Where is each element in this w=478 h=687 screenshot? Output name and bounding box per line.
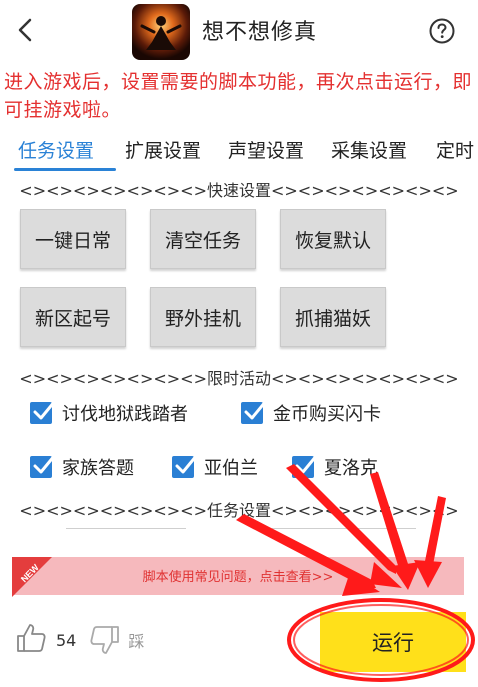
question-circle-icon — [429, 18, 455, 44]
event-checkbox[interactable]: 夏洛克 — [292, 452, 378, 482]
checkbox-checked-icon — [172, 453, 199, 478]
event-checkbox[interactable]: 金币购买闪卡 — [241, 398, 381, 428]
rating-bar: 54 踩 — [14, 620, 144, 660]
event-label: 金币购买闪卡 — [273, 404, 381, 425]
new-server-start-button[interactable]: 新区起号 — [20, 287, 126, 347]
app-title: 想不想修真 — [202, 20, 318, 45]
tab-timer-settings[interactable]: 定时 — [436, 136, 474, 163]
faq-banner-text: 脚本使用常见问题，点击查看>> — [142, 570, 334, 585]
like-count: 54 — [56, 630, 77, 650]
new-badge: NEW — [12, 557, 52, 597]
restore-defaults-button[interactable]: 恢复默认 — [280, 209, 386, 269]
event-checkbox[interactable]: 家族答题 — [30, 452, 134, 482]
app-logo — [132, 4, 190, 60]
event-label: 夏洛克 — [324, 458, 378, 479]
input-underline[interactable] — [66, 528, 186, 529]
event-checkbox[interactable]: 讨伐地狱践踏者 — [30, 398, 188, 428]
section-limited-events: <><><><><><><>限时活动<><><><><><><> — [19, 369, 459, 388]
clear-tasks-button[interactable]: 清空任务 — [150, 209, 256, 269]
tab-task-settings[interactable]: 任务设置 — [18, 136, 94, 163]
tab-extension-settings[interactable]: 扩展设置 — [125, 136, 201, 163]
catch-cat-demon-button[interactable]: 抓捕猫妖 — [280, 287, 386, 347]
faq-banner[interactable]: 脚本使用常见问题，点击查看>> — [12, 557, 464, 595]
event-label: 家族答题 — [62, 458, 134, 479]
section-quick-settings: <><><><><><><>快速设置<><><><><><><> — [19, 181, 459, 200]
back-button[interactable] — [10, 14, 42, 46]
field-afk-button[interactable]: 野外挂机 — [150, 287, 256, 347]
event-label: 讨伐地狱践踏者 — [62, 404, 188, 425]
dislike-label: 踩 — [128, 632, 145, 651]
help-button[interactable] — [428, 17, 456, 45]
chevron-left-icon — [18, 18, 32, 42]
tab-gather-settings[interactable]: 采集设置 — [331, 136, 407, 163]
tab-reputation-settings[interactable]: 声望设置 — [228, 136, 304, 163]
event-checkbox[interactable]: 亚伯兰 — [172, 452, 258, 482]
one-key-daily-button[interactable]: 一键日常 — [20, 209, 126, 269]
section-task-settings: <><><><><><><>任务设置<><><><><><><> — [19, 501, 459, 520]
dislike-button[interactable]: 踩 — [88, 623, 144, 657]
checkbox-checked-icon — [241, 399, 268, 424]
instruction-notice: 进入游戏后，设置需要的脚本功能，再次点击运行，即可挂游戏啦。 — [4, 71, 473, 121]
run-button[interactable]: 运行 — [320, 612, 466, 672]
settings-tab-bar: 任务设置 扩展设置 声望设置 采集设置 定时 — [0, 134, 478, 172]
checkbox-checked-icon — [30, 453, 57, 478]
input-underline[interactable] — [272, 528, 416, 529]
thumbs-up-icon — [17, 624, 46, 652]
thumbs-down-icon — [90, 626, 120, 654]
app-header: 想不想修真 — [0, 0, 478, 62]
like-button[interactable] — [14, 621, 48, 659]
active-tab-indicator — [14, 168, 116, 171]
event-label: 亚伯兰 — [204, 458, 258, 479]
checkbox-checked-icon — [30, 399, 57, 424]
checkbox-checked-icon — [292, 453, 319, 478]
